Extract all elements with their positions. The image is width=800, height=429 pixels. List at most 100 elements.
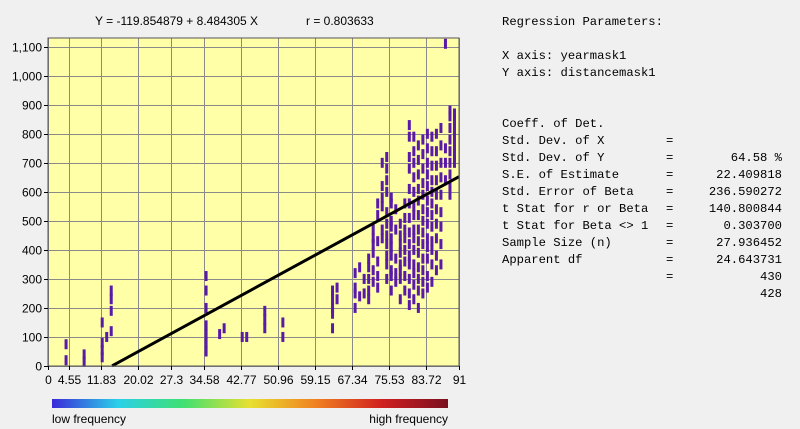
data-point — [222, 323, 226, 334]
data-point — [398, 259, 402, 270]
data-point — [109, 285, 113, 296]
data-point — [398, 239, 402, 250]
data-point — [421, 204, 425, 215]
data-point — [416, 285, 420, 296]
y-tick-label: 100 — [22, 331, 42, 345]
data-point — [407, 212, 411, 223]
data-point — [403, 271, 407, 282]
plot-background — [48, 38, 459, 366]
data-point — [398, 294, 402, 305]
data-point — [204, 320, 208, 331]
data-point — [109, 305, 113, 316]
data-point — [425, 169, 429, 180]
data-point — [434, 218, 438, 229]
data-point — [452, 149, 456, 160]
data-point — [376, 256, 380, 267]
data-point — [421, 265, 425, 276]
y-tick-label: 0 — [35, 360, 42, 374]
data-point — [416, 154, 420, 165]
data-point — [407, 239, 411, 250]
data-point — [389, 215, 393, 226]
data-point — [335, 282, 339, 293]
data-point — [331, 323, 335, 334]
data-point — [218, 329, 222, 340]
data-point — [452, 108, 456, 119]
param-value: 430 — [760, 270, 782, 284]
data-point — [394, 253, 398, 264]
correlation-value: r = 0.803633 — [306, 14, 374, 28]
data-point — [335, 294, 339, 305]
parameter-rows: Coeff. of Det. = 64.58 % Std. Dev. of X … — [502, 99, 792, 301]
data-point — [407, 183, 411, 194]
data-point — [416, 169, 420, 180]
data-point — [425, 271, 429, 282]
data-point — [439, 157, 443, 168]
chart-panel: 0 100 200 300 400 500 600 700 800 900 1,000 1,100 0… — [0, 0, 468, 429]
x-tick-label: 67.34 — [337, 373, 367, 387]
data-point — [367, 285, 371, 296]
data-point — [263, 323, 267, 334]
data-point — [64, 339, 68, 350]
data-point — [421, 134, 425, 145]
data-point — [389, 265, 393, 276]
data-point — [425, 143, 429, 154]
data-point — [434, 146, 438, 157]
data-point — [263, 314, 267, 325]
x-tick-label: 50.96 — [263, 373, 293, 387]
y-tick-label: 600 — [22, 186, 42, 200]
data-point — [204, 337, 208, 348]
data-point — [412, 244, 416, 255]
data-point — [204, 285, 208, 296]
y-axis-tick-labels: 0 100 200 300 400 500 600 700 800 900 1,000 1,100 — [12, 41, 48, 374]
data-point — [407, 120, 411, 131]
data-point — [448, 105, 452, 116]
data-point — [416, 273, 420, 284]
data-point — [407, 273, 411, 284]
regression-equation: Y = -119.854879 + 8.484305 X — [95, 14, 258, 28]
data-point — [412, 224, 416, 235]
plot-area — [47, 37, 460, 368]
data-point — [439, 239, 443, 250]
data-point — [448, 157, 452, 168]
data-point — [421, 288, 425, 299]
param-row-std-dev-y: Std. Dev. of Y = 236.590272 — [502, 133, 792, 199]
y-tick-label: 1,000 — [12, 70, 42, 84]
data-point — [421, 163, 425, 174]
data-point — [376, 282, 380, 293]
param-row-se-estimate: S.E. of Estimate = 140.800844 — [502, 150, 792, 216]
data-point — [412, 268, 416, 279]
data-point — [389, 192, 393, 203]
data-point — [376, 210, 380, 221]
data-point — [452, 140, 456, 151]
param-name: Apparent df — [502, 253, 583, 267]
data-point — [448, 122, 452, 133]
data-point — [425, 253, 429, 264]
data-point — [412, 279, 416, 290]
data-point — [425, 233, 429, 244]
data-point — [421, 227, 425, 238]
frequency-legend-bar — [52, 399, 448, 408]
data-point — [439, 221, 443, 232]
data-point — [358, 262, 362, 273]
data-point — [443, 143, 447, 154]
data-point — [430, 276, 434, 287]
data-point — [434, 204, 438, 215]
x-tick-label: 11.83 — [87, 373, 116, 387]
data-point — [452, 122, 456, 133]
data-point — [448, 134, 452, 145]
data-point — [376, 236, 380, 247]
data-point — [367, 273, 371, 284]
x-tick-label: 59.15 — [300, 373, 330, 387]
y-tick-label: 300 — [22, 273, 42, 287]
x-tick-label: 20.02 — [123, 373, 153, 387]
data-point — [403, 212, 407, 223]
data-point — [389, 250, 393, 261]
data-point — [448, 146, 452, 157]
data-point — [416, 236, 420, 247]
data-point — [425, 181, 429, 192]
data-point — [434, 250, 438, 261]
param-equals: = — [666, 270, 674, 284]
data-point — [425, 157, 429, 168]
